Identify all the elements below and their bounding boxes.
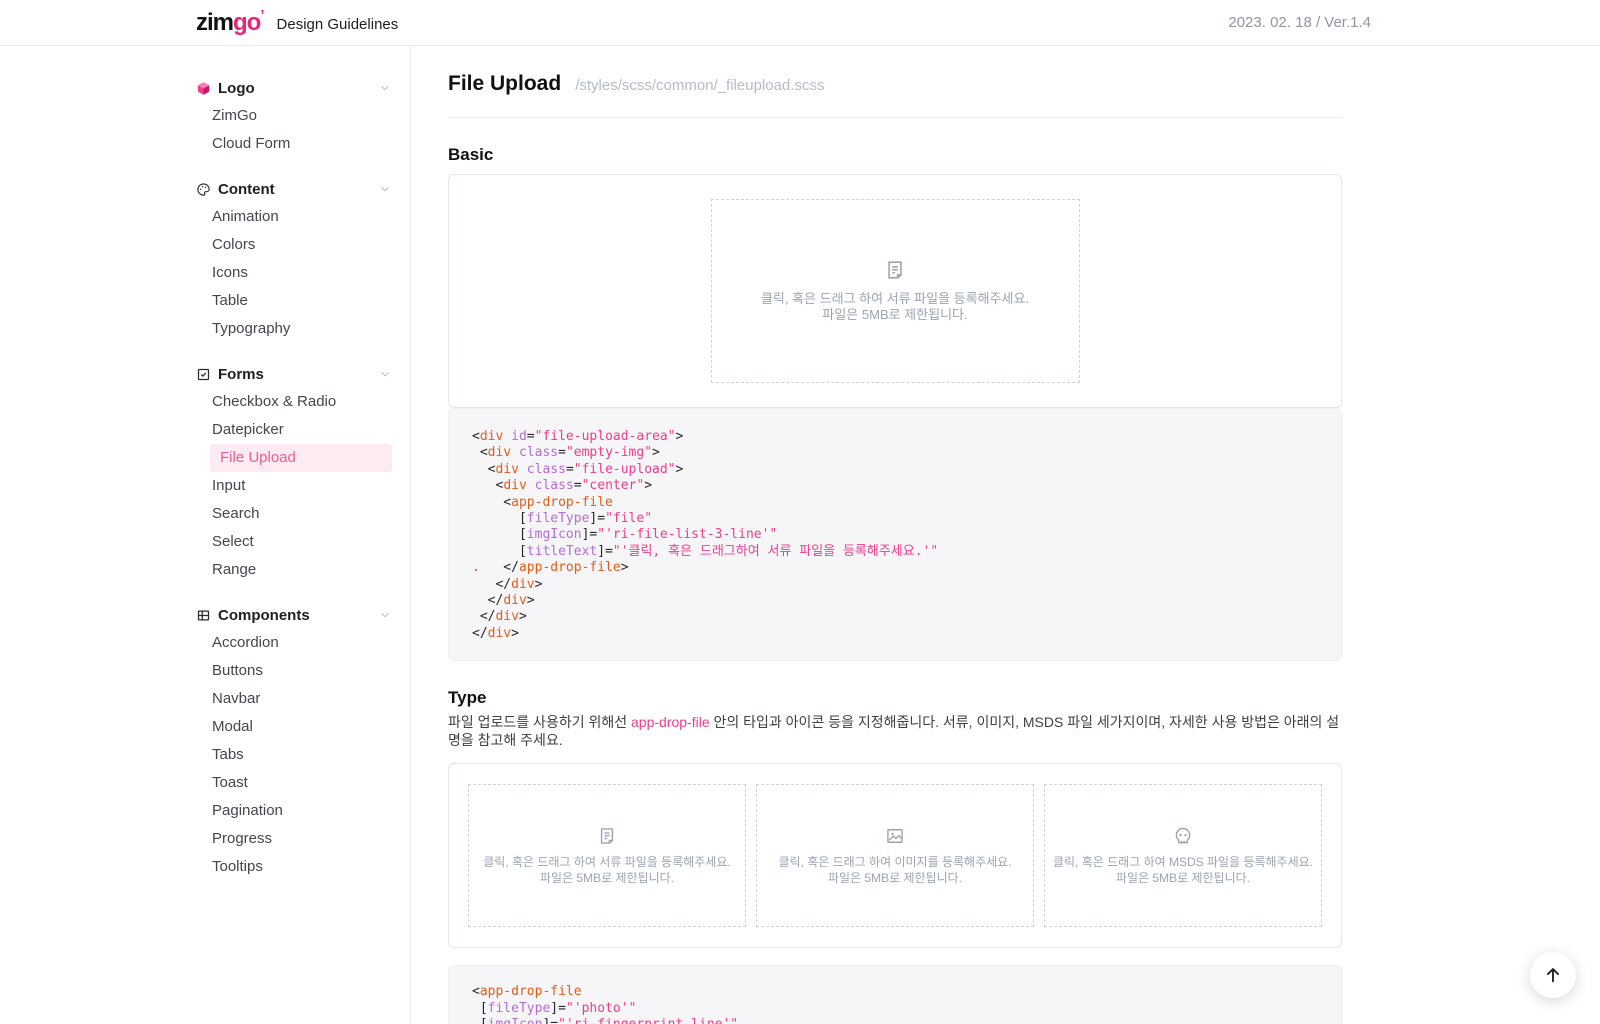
code-line: [imgIcon]="'ri-fingerprint-line'" bbox=[472, 1017, 1341, 1024]
inline-code-highlight: app-drop-file bbox=[631, 714, 710, 730]
type-code-block: <app-drop-file [fileType]="'photo'" [img… bbox=[448, 965, 1342, 1024]
code-line: </div> bbox=[472, 609, 1341, 625]
arrow-up-icon bbox=[1542, 964, 1564, 986]
sidebar-group-label: Logo bbox=[218, 80, 255, 97]
chevron-down-icon bbox=[378, 608, 392, 622]
file-upload-dropzone[interactable]: 클릭, 혹은 드래그 하여 서류 파일을 등록해주세요. 파일은 5MB로 제한… bbox=[711, 199, 1080, 383]
code-line: [fileType]="'photo'" bbox=[472, 1001, 1341, 1017]
cube-icon bbox=[196, 81, 211, 96]
sidebar-group-label: Components bbox=[218, 607, 310, 624]
chevron-down-icon bbox=[378, 81, 392, 95]
sidebar-item-datepicker[interactable]: Datepicker bbox=[196, 416, 392, 444]
dropzone-limit-text: 파일은 5MB로 제한됩니다. bbox=[822, 307, 967, 324]
chevron-down-icon bbox=[378, 367, 392, 381]
sidebar-group-logo: Logo ZimGoCloud Form bbox=[196, 74, 392, 158]
image-icon bbox=[885, 826, 905, 846]
sidebar-group-label: Forms bbox=[218, 366, 264, 383]
logo-apostrophe-mark: ’ bbox=[260, 9, 264, 23]
sidebar-nav: Logo ZimGoCloud Form Content AnimationColor… bbox=[196, 74, 392, 881]
sidebar-item-file-upload[interactable]: File Upload bbox=[210, 444, 392, 472]
code-line: <div id="file-upload-area"> bbox=[472, 429, 1341, 445]
code-line: <app-drop-file bbox=[472, 984, 1341, 1000]
dropzone-title-text: 클릭, 혹은 드래그 하여 MSDS 파일을 등록해주세요. bbox=[1053, 854, 1313, 870]
sidebar-item-search[interactable]: Search bbox=[196, 500, 392, 528]
sidebar-item-progress[interactable]: Progress bbox=[196, 825, 392, 853]
sidebar-item-zimgo[interactable]: ZimGo bbox=[196, 102, 392, 130]
sidebar-item-pagination[interactable]: Pagination bbox=[196, 797, 392, 825]
sidebar-group-content: Content AnimationColorsIconsTableTypograp… bbox=[196, 175, 392, 343]
sidebar-item-tooltips[interactable]: Tooltips bbox=[196, 853, 392, 881]
logo[interactable]: zim go ’ Design Guidelines bbox=[196, 9, 398, 37]
code-line: [titleText]="'클릭, 혹은 드래그하여 서류 파일을 등록해주세요… bbox=[472, 544, 1341, 560]
dropzone-title-text: 클릭, 혹은 드래그 하여 이미지를 등록해주세요. bbox=[778, 854, 1011, 870]
page-title: File Upload bbox=[448, 72, 561, 96]
scroll-top-button[interactable] bbox=[1530, 952, 1576, 998]
code-line: </div> bbox=[472, 593, 1341, 609]
sidebar-item-animation[interactable]: Animation bbox=[196, 203, 392, 231]
sidebar-group-header-components[interactable]: Components bbox=[196, 601, 392, 629]
sidebar-item-colors[interactable]: Colors bbox=[196, 231, 392, 259]
grid-icon bbox=[196, 608, 211, 623]
chevron-down-icon bbox=[378, 182, 392, 196]
sidebar-item-select[interactable]: Select bbox=[196, 528, 392, 556]
sidebar: Logo ZimGoCloud Form Content AnimationColor… bbox=[0, 46, 411, 1024]
type-demo-card: 클릭, 혹은 드래그 하여 서류 파일을 등록해주세요.파일은 5MB로 제한됩… bbox=[448, 763, 1342, 948]
header-subtitle: Design Guidelines bbox=[277, 13, 399, 33]
dropzone-title-text: 클릭, 혹은 드래그 하여 서류 파일을 등록해주세요. bbox=[483, 854, 730, 870]
sidebar-item-icons[interactable]: Icons bbox=[196, 259, 392, 287]
header: zim go ’ Design Guidelines 2023. 02. 18 … bbox=[0, 0, 1600, 46]
code-line: <app-drop-file bbox=[472, 495, 1341, 511]
sidebar-item-buttons[interactable]: Buttons bbox=[196, 657, 392, 685]
sidebar-item-toast[interactable]: Toast bbox=[196, 769, 392, 797]
code-line: . </app-drop-file> bbox=[472, 560, 1341, 576]
sidebar-group-header-logo[interactable]: Logo bbox=[196, 74, 392, 102]
skull-icon bbox=[1173, 826, 1193, 846]
type-description-text: 파일 업로드를 사용하기 위해선 bbox=[448, 714, 631, 730]
sidebar-item-typography[interactable]: Typography bbox=[196, 315, 392, 343]
dropzone-limit-text: 파일은 5MB로 제한됩니다. bbox=[1116, 870, 1250, 886]
code-line: [imgIcon]="'ri-file-list-3-line'" bbox=[472, 527, 1341, 543]
sidebar-item-range[interactable]: Range bbox=[196, 556, 392, 584]
basic-section-heading: Basic bbox=[448, 145, 1342, 165]
sidebar-item-modal[interactable]: Modal bbox=[196, 713, 392, 741]
type-description: 파일 업로드를 사용하기 위해선 app-drop-file 안의 타입과 아이… bbox=[448, 714, 1342, 749]
sidebar-group-header-content[interactable]: Content bbox=[196, 175, 392, 203]
sidebar-item-table[interactable]: Table bbox=[196, 287, 392, 315]
scss-file-path: /styles/scss/common/_fileupload.scss bbox=[575, 77, 824, 94]
sidebar-item-input[interactable]: Input bbox=[196, 472, 392, 500]
file-list-icon bbox=[884, 259, 906, 281]
sidebar-item-navbar[interactable]: Navbar bbox=[196, 685, 392, 713]
sidebar-item-accordion[interactable]: Accordion bbox=[196, 629, 392, 657]
type-section-heading: Type bbox=[448, 688, 1342, 708]
version-text: 2023. 02. 18 / Ver.1.4 bbox=[1228, 14, 1371, 31]
type-dropzone-3[interactable]: 클릭, 혹은 드래그 하여 MSDS 파일을 등록해주세요.파일은 5MB로 제… bbox=[1044, 784, 1322, 927]
basic-demo-card: 클릭, 혹은 드래그 하여 서류 파일을 등록해주세요. 파일은 5MB로 제한… bbox=[448, 174, 1342, 408]
sidebar-item-checkbox-radio[interactable]: Checkbox & Radio bbox=[196, 388, 392, 416]
sidebar-group-header-forms[interactable]: Forms bbox=[196, 360, 392, 388]
type-dropzone-1[interactable]: 클릭, 혹은 드래그 하여 서류 파일을 등록해주세요.파일은 5MB로 제한됩… bbox=[468, 784, 746, 927]
code-line: <div class="empty-img"> bbox=[472, 445, 1341, 461]
logo-text-zim: zim bbox=[196, 9, 233, 37]
sidebar-group-label: Content bbox=[218, 181, 275, 198]
dropzone-title-text: 클릭, 혹은 드래그 하여 서류 파일을 등록해주세요. bbox=[761, 291, 1029, 308]
sidebar-item-tabs[interactable]: Tabs bbox=[196, 741, 392, 769]
type-dropzone-2[interactable]: 클릭, 혹은 드래그 하여 이미지를 등록해주세요.파일은 5MB로 제한됩니다… bbox=[756, 784, 1034, 927]
file-list-icon bbox=[597, 826, 617, 846]
code-line: <div class="file-upload"> bbox=[472, 462, 1341, 478]
logo-text-go: go bbox=[233, 9, 260, 37]
code-line: </div> bbox=[472, 577, 1341, 593]
checkbox-icon bbox=[196, 367, 211, 382]
sidebar-group-forms: Forms Checkbox & RadioDatepickerFile Uplo… bbox=[196, 360, 392, 584]
dropzone-limit-text: 파일은 5MB로 제한됩니다. bbox=[540, 870, 674, 886]
code-line: [fileType]="file" bbox=[472, 511, 1341, 527]
sidebar-group-components: Components AccordionButtonsNavbarModalTab… bbox=[196, 601, 392, 881]
sidebar-item-cloud-form[interactable]: Cloud Form bbox=[196, 130, 392, 158]
palette-icon bbox=[196, 182, 211, 197]
basic-code-block: <div id="file-upload-area"> <div class="… bbox=[448, 408, 1342, 661]
code-line: </div> bbox=[472, 626, 1341, 642]
dropzone-limit-text: 파일은 5MB로 제한됩니다. bbox=[828, 870, 962, 886]
code-line: <div class="center"> bbox=[472, 478, 1341, 494]
divider bbox=[448, 117, 1342, 118]
main-content: File Upload /styles/scss/common/_fileupl… bbox=[411, 46, 1600, 1024]
